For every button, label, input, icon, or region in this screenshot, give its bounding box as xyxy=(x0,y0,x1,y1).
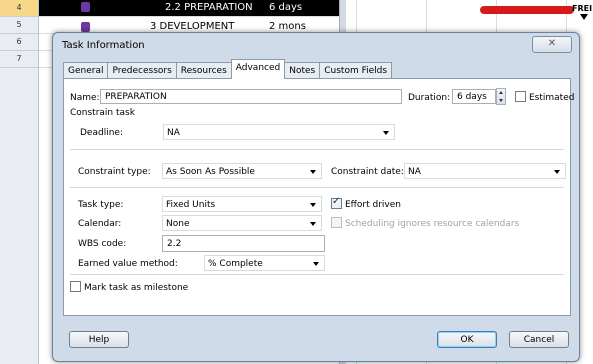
close-button[interactable]: ✕ xyxy=(532,36,572,53)
advanced-tab-panel: Name: PREPARATION Duration: 6 days Estim… xyxy=(63,78,575,316)
wbs-code-label: WBS code: xyxy=(78,239,127,249)
deadline-value: NA xyxy=(167,128,180,138)
row-number[interactable]: 6 xyxy=(0,34,38,51)
chevron-down-icon xyxy=(310,222,316,226)
divider xyxy=(70,274,564,275)
close-icon: ✕ xyxy=(547,38,557,49)
task-information-dialog: Task Information ✕ General Predecessors … xyxy=(52,32,580,362)
constraint-type-value: As Soon As Possible xyxy=(166,167,255,177)
row-number-column: 4 5 6 7 xyxy=(0,0,39,364)
constrain-task-heading: Constrain task xyxy=(70,108,135,118)
row-number[interactable]: 7 xyxy=(0,51,38,68)
ok-button[interactable]: OK xyxy=(437,331,497,348)
duration-field[interactable]: 6 days xyxy=(452,89,496,104)
tab-resources[interactable]: Resources xyxy=(175,62,232,79)
earned-value-value: % Complete xyxy=(208,259,263,269)
calendar-value: None xyxy=(166,219,190,229)
tab-general[interactable]: General xyxy=(63,62,109,79)
task-duration-cell[interactable]: 6 days xyxy=(269,2,302,13)
row-number[interactable]: 5 xyxy=(0,17,38,34)
deadline-dropdown[interactable]: NA xyxy=(163,124,395,140)
constraint-date-label: Constraint date: xyxy=(331,167,404,177)
milestone-label: Mark task as milestone xyxy=(84,283,189,293)
chevron-down-icon xyxy=(310,203,316,207)
earned-value-dropdown[interactable]: % Complete xyxy=(204,255,325,271)
task-indicator-icon xyxy=(81,22,90,32)
duration-label: Duration: xyxy=(408,93,451,103)
chevron-down-icon xyxy=(310,170,316,174)
table-row[interactable]: 2.2 PREPARATION 6 days xyxy=(39,0,339,17)
tab-notes[interactable]: Notes xyxy=(284,62,321,79)
tab-strip: General Predecessors Resources Advanced … xyxy=(63,59,393,79)
name-field[interactable]: PREPARATION xyxy=(100,89,402,104)
dialog-title: Task Information xyxy=(62,40,145,51)
duration-spinner[interactable] xyxy=(496,88,506,105)
tab-predecessors[interactable]: Predecessors xyxy=(107,62,177,79)
task-duration-cell[interactable]: 2 mons xyxy=(269,21,306,32)
chevron-down-icon xyxy=(383,131,389,135)
chevron-down-icon xyxy=(313,262,319,266)
deadline-label: Deadline: xyxy=(80,128,123,138)
scheduling-ignores-checkbox[interactable] xyxy=(331,217,342,228)
gantt-task-bar[interactable] xyxy=(480,6,574,14)
milestone-checkbox[interactable] xyxy=(70,281,81,292)
help-button[interactable]: Help xyxy=(69,331,129,348)
row-number[interactable]: 4 xyxy=(0,0,38,17)
estimated-checkbox[interactable] xyxy=(515,91,526,102)
scheduling-ignores-label: Scheduling ignores resource calendars xyxy=(345,219,520,229)
cancel-button[interactable]: Cancel xyxy=(509,331,569,348)
task-indicator-icon xyxy=(81,2,90,12)
divider xyxy=(70,149,564,150)
constraint-type-label: Constraint type: xyxy=(78,167,151,177)
task-name-cell[interactable]: 2.2 PREPARATION xyxy=(165,2,253,13)
divider xyxy=(70,187,564,188)
calendar-dropdown[interactable]: None xyxy=(162,215,322,231)
gantt-bar-label: FREI xyxy=(572,4,593,13)
gantt-link-arrow-icon xyxy=(580,14,588,20)
task-name-cell[interactable]: 3 DEVELOPMENT xyxy=(150,21,234,32)
estimated-label: Estimated xyxy=(529,93,575,103)
tab-custom-fields[interactable]: Custom Fields xyxy=(319,62,393,79)
constraint-type-dropdown[interactable]: As Soon As Possible xyxy=(162,163,322,179)
effort-driven-label: Effort driven xyxy=(345,200,401,210)
chevron-down-icon xyxy=(554,170,560,174)
earned-value-label: Earned value method: xyxy=(78,259,178,269)
calendar-label: Calendar: xyxy=(78,219,122,229)
constraint-date-value: NA xyxy=(408,167,421,177)
constraint-date-dropdown[interactable]: NA xyxy=(404,163,566,179)
task-type-label: Task type: xyxy=(78,200,124,210)
effort-driven-checkbox[interactable] xyxy=(331,196,342,209)
task-type-dropdown[interactable]: Fixed Units xyxy=(162,196,322,212)
tab-advanced[interactable]: Advanced xyxy=(230,59,286,79)
task-type-value: Fixed Units xyxy=(166,200,216,210)
wbs-code-field[interactable]: 2.2 xyxy=(162,235,325,252)
name-label: Name: xyxy=(70,93,100,103)
